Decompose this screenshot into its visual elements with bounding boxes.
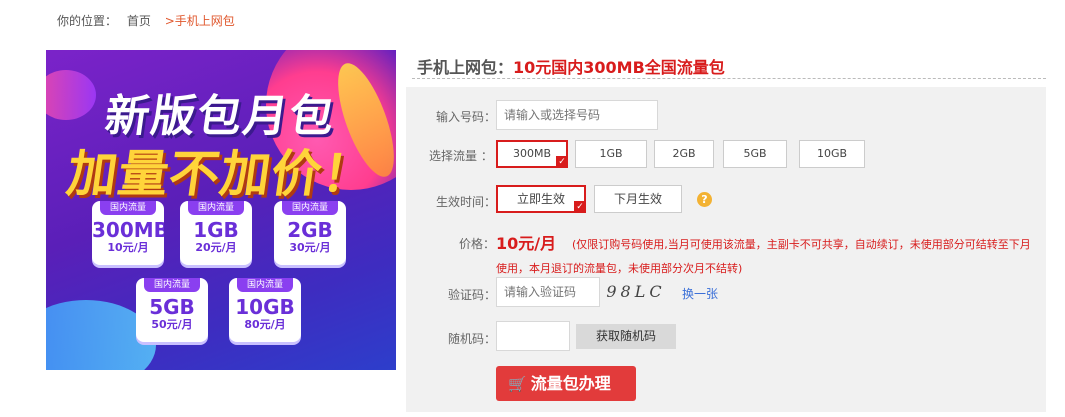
card-tag: 国内流量	[144, 278, 200, 292]
card-price: 50元/月	[151, 318, 193, 331]
banner-plan-card: 国内流量 300MB 10元/月	[92, 201, 164, 265]
get-random-code-button[interactable]: 获取随机码	[576, 324, 676, 349]
submit-label: 流量包办理	[530, 374, 611, 393]
flow-label: 选择流量 ：	[429, 149, 493, 163]
price-note: (仅限订购号码使用,当月可使用该流量，主副卡不可共享，自动续订，未使用部分可结转…	[496, 238, 1031, 275]
effective-option-next-month[interactable]: 下月生效	[594, 185, 682, 213]
banner-plan-card: 国内流量 10GB 80元/月	[229, 278, 301, 342]
breadcrumb-separator: >	[164, 14, 175, 28]
promo-banner: 新版包月包 加量不加价！ 国内流量 300MB 10元/月 国内流量 1GB 2…	[46, 50, 396, 370]
card-price: 10元/月	[107, 241, 149, 254]
card-size: 10GB	[235, 295, 295, 319]
flow-option-1gb[interactable]: 1GB	[575, 140, 647, 168]
cart-icon: 🛒	[508, 375, 527, 393]
banner-plan-card: 国内流量 2GB 30元/月	[274, 201, 346, 265]
card-price: 20元/月	[195, 241, 237, 254]
flow-option-10gb[interactable]: 10GB	[799, 140, 865, 168]
captcha-refresh-link[interactable]: 换一张	[682, 285, 718, 302]
card-size: 2GB	[287, 218, 333, 242]
product-title-prefix: 手机上网包：	[417, 58, 514, 77]
banner-subheadline: 加量不加价！	[63, 145, 378, 203]
random-code-input[interactable]	[496, 321, 570, 351]
effective-label: 生效时间：	[436, 195, 497, 209]
banner-plan-card: 国内流量 1GB 20元/月	[180, 201, 252, 265]
random-code-label: 随机码：	[448, 332, 497, 346]
phone-input[interactable]	[496, 100, 658, 130]
card-size: 5GB	[149, 295, 195, 319]
question-icon[interactable]: ?	[697, 192, 712, 207]
flow-option-5gb[interactable]: 5GB	[723, 140, 787, 168]
submit-button[interactable]: 🛒 流量包办理	[496, 366, 636, 401]
breadcrumb-current: 手机上网包	[174, 14, 235, 28]
phone-label: 输入号码：	[436, 110, 497, 124]
effective-option-now[interactable]: 立即生效	[496, 185, 586, 213]
flow-option-300mb[interactable]: 300MB	[496, 140, 568, 168]
captcha-image[interactable]: 98LC	[605, 279, 667, 305]
captcha-input[interactable]	[496, 277, 600, 307]
product-name: 10元国内300MB全国流量包	[513, 58, 725, 77]
card-price: 80元/月	[244, 318, 286, 331]
card-size: 1GB	[193, 218, 239, 242]
breadcrumb: 你的位置： 首页 >手机上网包	[57, 12, 235, 29]
card-size: 300MB	[92, 218, 164, 242]
card-tag: 国内流量	[237, 278, 293, 292]
banner-plan-card: 国内流量 5GB 50元/月	[136, 278, 208, 342]
title-divider	[412, 78, 1046, 79]
price-label: 价格：	[459, 237, 496, 251]
card-price: 30元/月	[289, 241, 331, 254]
card-tag: 国内流量	[282, 201, 338, 215]
card-tag: 国内流量	[100, 201, 156, 215]
flow-option-2gb[interactable]: 2GB	[654, 140, 714, 168]
captcha-label: 验证码：	[448, 288, 497, 302]
card-tag: 国内流量	[188, 201, 244, 215]
breadcrumb-home-link[interactable]: 首页	[127, 14, 151, 28]
breadcrumb-label: 你的位置：	[57, 14, 118, 28]
page-title: 手机上网包：10元国内300MB全国流量包	[417, 54, 725, 78]
